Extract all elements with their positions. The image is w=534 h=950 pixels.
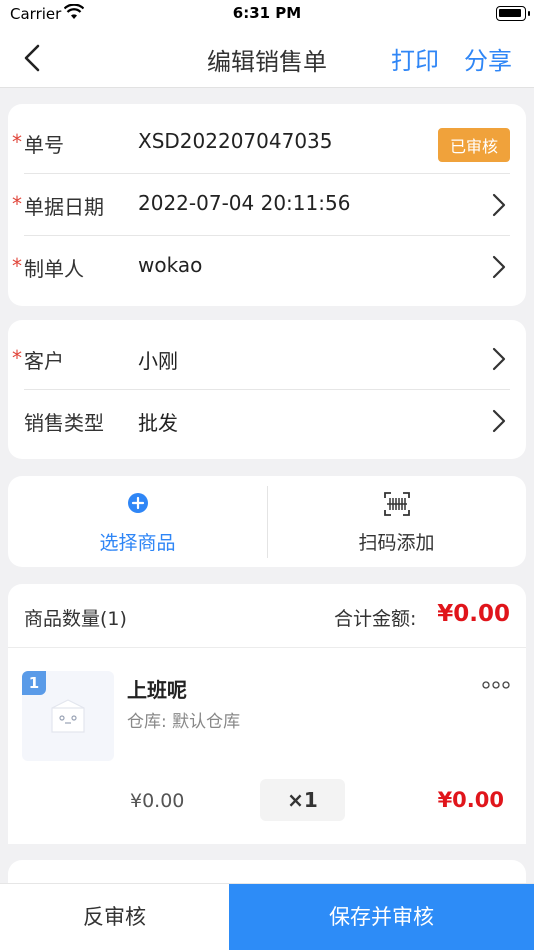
save-and-audit-button[interactable]: 保存并审核 xyxy=(229,884,534,950)
chevron-right-icon xyxy=(492,193,506,217)
page-title: 编辑销售单 xyxy=(207,48,327,76)
order-maker-label: 制单人 xyxy=(24,257,84,281)
order-number-label: 单号 xyxy=(24,133,64,157)
order-date-value: 2022-07-04 20:11:56 xyxy=(138,191,351,215)
product-box-icon xyxy=(51,699,85,733)
item-subtotal: ¥0.00 xyxy=(437,788,504,812)
required-mark: * xyxy=(12,346,22,370)
item-quantity[interactable]: ×1 xyxy=(260,779,345,821)
divider xyxy=(8,647,526,648)
customer-row[interactable]: * 客户 小刚 xyxy=(8,328,526,390)
required-mark: * xyxy=(12,254,22,278)
item-name: 上班呢 xyxy=(127,678,187,702)
share-button[interactable]: 分享 xyxy=(464,41,512,76)
order-number-value: XSD202207047035 xyxy=(138,129,333,153)
order-info-card: * 单号 XSD202207047035 已审核 * 单据日期 2022-07-… xyxy=(8,104,526,306)
required-mark: * xyxy=(12,192,22,216)
select-goods-label: 选择商品 xyxy=(99,532,176,554)
customer-label: 客户 xyxy=(24,349,64,373)
nav-bar: 编辑销售单 打印 分享 xyxy=(0,28,534,88)
status-badge: 已审核 xyxy=(437,128,510,162)
print-button[interactable]: 打印 xyxy=(391,41,439,76)
item-index-badge: 1 xyxy=(22,671,46,695)
select-goods-button[interactable]: 选择商品 xyxy=(8,476,267,567)
sale-type-row[interactable]: 销售类型 批发 xyxy=(8,390,526,452)
chevron-right-icon xyxy=(492,347,506,371)
add-circle-icon xyxy=(8,492,267,518)
total-amount: ¥0.00 xyxy=(437,601,510,627)
total-label: 合计金额: xyxy=(334,608,417,630)
clock: 6:31 PM xyxy=(232,4,302,22)
order-maker-row[interactable]: * 制单人 wokao xyxy=(8,236,526,298)
more-icon[interactable] xyxy=(482,680,510,690)
required-mark: * xyxy=(12,130,22,154)
goods-count-label: 商品数量(1) xyxy=(24,608,127,630)
customer-card: * 客户 小刚 销售类型 批发 xyxy=(8,320,526,459)
bottom-action-bar: 反审核 保存并审核 xyxy=(0,883,534,950)
order-date-row[interactable]: * 单据日期 2022-07-04 20:11:56 xyxy=(8,174,526,236)
sale-type-value: 批发 xyxy=(138,411,178,435)
item-unit-price: ¥0.00 xyxy=(130,790,185,812)
scan-add-button[interactable]: 扫码添加 xyxy=(267,476,526,567)
unaudit-button[interactable]: 反审核 xyxy=(0,884,229,950)
chevron-right-icon xyxy=(492,409,506,433)
sale-type-label: 销售类型 xyxy=(24,411,104,435)
barcode-scan-icon xyxy=(267,492,526,520)
item-warehouse: 仓库: 默认仓库 xyxy=(127,712,241,732)
scan-add-label: 扫码添加 xyxy=(358,532,435,554)
customer-value: 小刚 xyxy=(138,349,178,373)
order-date-label: 单据日期 xyxy=(24,195,104,219)
status-bar: Carrier 6:31 PM xyxy=(0,0,534,28)
chevron-right-icon xyxy=(492,255,506,279)
order-number-row: * 单号 XSD202207047035 已审核 xyxy=(8,112,526,174)
goods-card: 商品数量(1) 合计金额: ¥0.00 1 上班呢 仓库: 默认仓库 ¥0.00… xyxy=(8,584,526,844)
goods-actions-card: 选择商品 扫码添加 xyxy=(8,476,526,567)
order-maker-value: wokao xyxy=(138,253,203,277)
battery-icon xyxy=(496,6,530,21)
